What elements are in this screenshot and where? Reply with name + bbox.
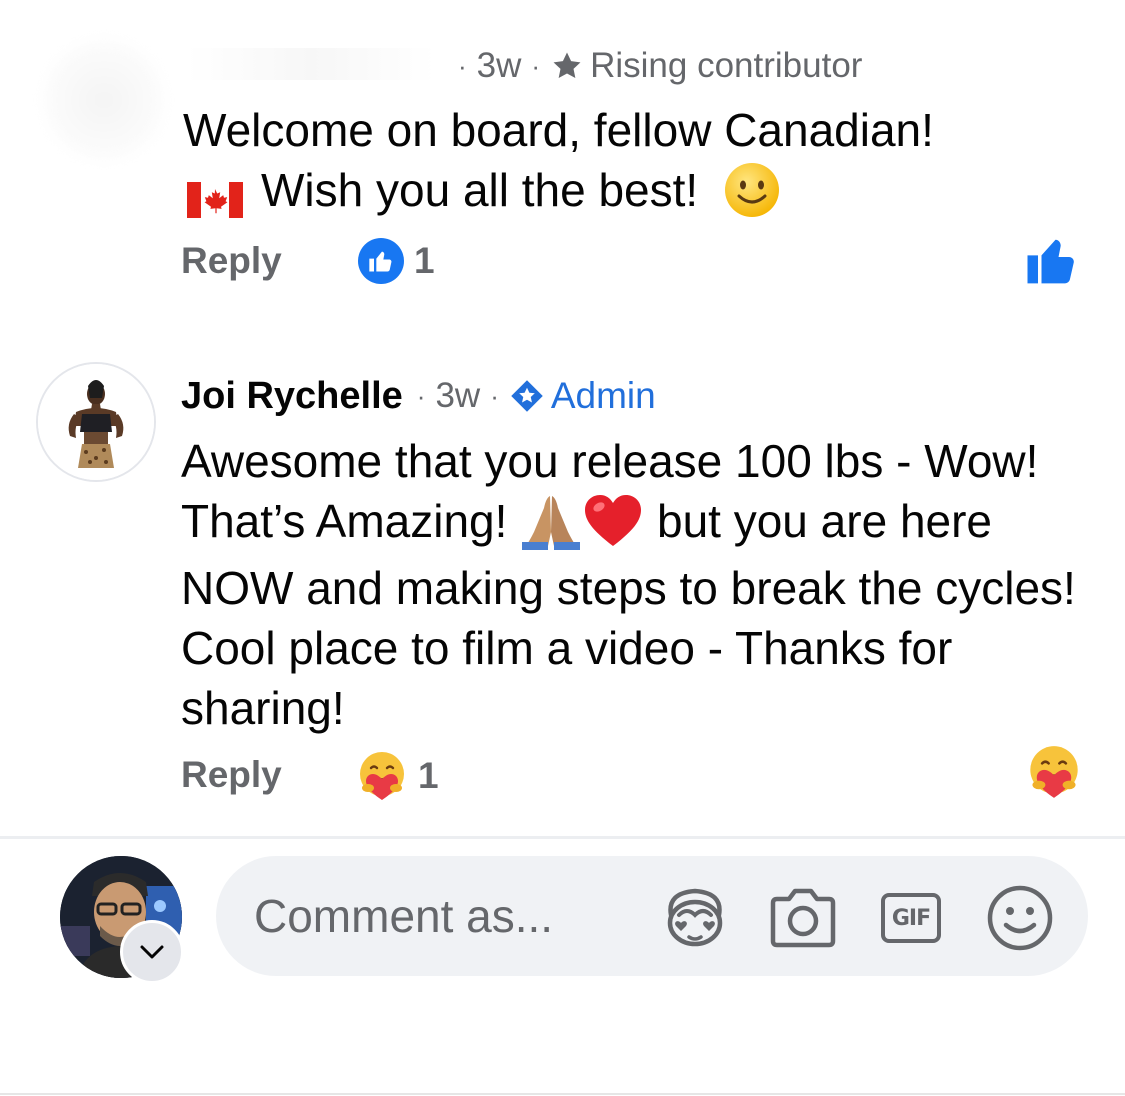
comment-text-line1: Welcome on board, fellow Canadian! bbox=[183, 104, 934, 156]
reply-button[interactable]: Reply bbox=[181, 754, 282, 796]
comment-text: Welcome on board, fellow Canadian! Wish … bbox=[183, 100, 1083, 227]
separator-dot: · bbox=[531, 50, 541, 81]
emoji-button[interactable] bbox=[984, 882, 1056, 954]
author-name[interactable]: Joi Rychelle bbox=[181, 375, 403, 418]
reaction-summary[interactable]: 1 bbox=[358, 238, 435, 284]
smiling-face-emoji bbox=[723, 161, 781, 219]
gif-label: GIF bbox=[891, 905, 931, 931]
avatar-sticker-button[interactable] bbox=[659, 882, 731, 954]
gif-icon: GIF bbox=[881, 893, 941, 943]
admin-icon bbox=[509, 378, 545, 414]
profile-photo bbox=[38, 364, 154, 480]
care-icon bbox=[1030, 746, 1078, 798]
red-heart-emoji bbox=[582, 492, 644, 550]
comment-meta: · 3w · Rising contributor bbox=[448, 44, 862, 88]
comment-text: Awesome that you release 100 lbs - Wow! … bbox=[181, 431, 1081, 738]
separator-dot: · bbox=[416, 380, 426, 411]
like-button[interactable] bbox=[1024, 232, 1080, 288]
like-icon bbox=[1027, 239, 1074, 284]
like-icon bbox=[358, 238, 404, 284]
care-icon bbox=[356, 750, 408, 802]
comment-text-line2: Wish you all the best! bbox=[261, 164, 699, 216]
gif-button[interactable]: GIF bbox=[875, 882, 947, 954]
camera-button[interactable] bbox=[767, 882, 839, 954]
divider bbox=[0, 836, 1125, 839]
care-reaction-button[interactable] bbox=[1026, 744, 1082, 800]
emoji-icon bbox=[987, 885, 1053, 951]
contributor-badge: Rising contributor bbox=[590, 46, 863, 85]
canada-flag-emoji bbox=[187, 172, 243, 218]
bottom-divider bbox=[0, 1093, 1125, 1095]
camera-icon bbox=[770, 888, 836, 948]
commenter-avatar[interactable] bbox=[44, 40, 164, 160]
comment-age[interactable]: 3w bbox=[477, 46, 522, 86]
comment-age[interactable]: 3w bbox=[435, 376, 480, 416]
commenter-avatar[interactable] bbox=[36, 362, 156, 482]
reaction-count: 1 bbox=[414, 240, 435, 281]
commenter-name[interactable] bbox=[186, 48, 436, 80]
reaction-count: 1 bbox=[418, 755, 439, 796]
comment-meta: Joi Rychelle · 3w · Admin bbox=[181, 374, 656, 418]
avatar-sticker-icon bbox=[667, 888, 723, 947]
separator-dot: · bbox=[458, 50, 467, 81]
chevron-down-icon bbox=[140, 945, 164, 959]
admin-badge: Admin bbox=[550, 375, 656, 416]
separator-dot: · bbox=[490, 380, 499, 411]
reply-button[interactable]: Reply bbox=[181, 240, 282, 282]
reaction-summary[interactable]: 1 bbox=[356, 750, 439, 802]
comment-input[interactable] bbox=[254, 886, 634, 946]
profile-switcher-button[interactable] bbox=[120, 920, 184, 984]
star-icon bbox=[550, 49, 584, 83]
folded-hands-emoji bbox=[520, 492, 582, 550]
